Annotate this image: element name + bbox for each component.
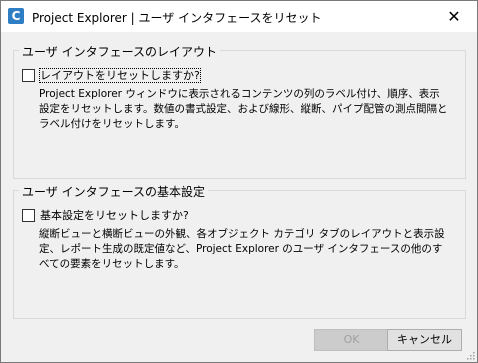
reset-preferences-checkbox-row[interactable]: 基本設定をリセットしますか? xyxy=(22,207,189,222)
reset-layout-label[interactable]: レイアウトをリセットしますか? xyxy=(39,68,201,83)
preferences-group-heading: ユーザ インタフェースの基本設定 xyxy=(19,183,208,200)
reset-layout-checkbox[interactable] xyxy=(22,68,35,82)
reset-layout-checkbox-row[interactable]: レイアウトをリセットしますか? xyxy=(22,67,201,83)
layout-group: ユーザ インタフェースのレイアウト レイアウトをリセットしますか? Projec… xyxy=(13,43,466,179)
preferences-group: ユーザ インタフェースの基本設定 基本設定をリセットしますか? 縦断ビューと横断… xyxy=(13,183,466,319)
reset-preferences-checkbox[interactable] xyxy=(22,208,35,222)
cancel-button[interactable]: キャンセル xyxy=(387,329,462,351)
ok-button[interactable]: OK xyxy=(314,329,389,351)
reset-preferences-label[interactable]: 基本設定をリセットしますか? xyxy=(40,209,189,222)
layout-description: Project Explorer ウィンドウに表示されるコンテンツの列のラベル付… xyxy=(39,88,448,130)
title-bar[interactable]: C Project Explorer | ユーザ インタフェースをリセット ✕ xyxy=(1,1,477,32)
window-title: Project Explorer | ユーザ インタフェースをリセット xyxy=(32,11,322,25)
close-icon: ✕ xyxy=(447,7,461,26)
layout-group-heading: ユーザ インタフェースのレイアウト xyxy=(19,43,220,60)
preferences-description: 縦断ビューと横断ビューの外観、各オブジェクト カテゴリ タブのレイアウトと表示設… xyxy=(39,228,445,270)
app-icon: C xyxy=(8,8,24,24)
dialog-window: C Project Explorer | ユーザ インタフェースをリセット ✕ … xyxy=(0,0,478,363)
resize-grip-icon[interactable] xyxy=(465,350,475,360)
close-button[interactable]: ✕ xyxy=(431,1,477,32)
